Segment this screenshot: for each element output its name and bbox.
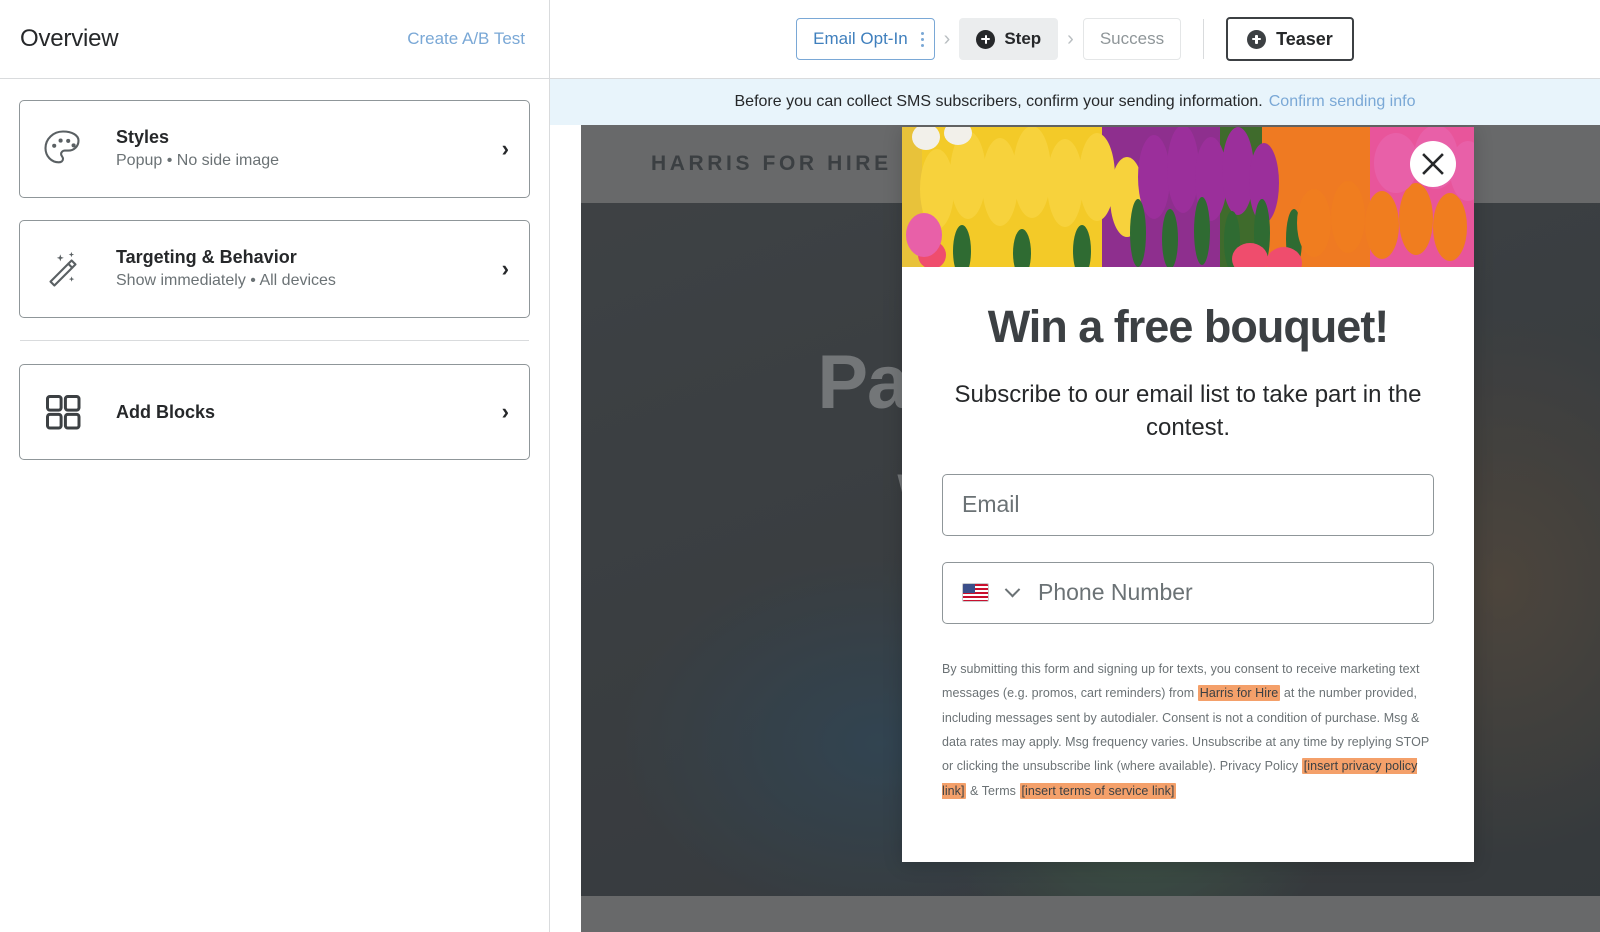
- popup-subheading: Subscribe to our email list to take part…: [954, 380, 1422, 441]
- close-icon[interactable]: [1410, 141, 1456, 187]
- tulip-field-image: [902, 127, 1474, 267]
- popup-content: Win a free bouquet! Subscribe to our ema…: [902, 267, 1474, 803]
- legal-text-part3: & Terms: [966, 783, 1020, 798]
- step-navigation-bar: Email Opt-In › Step › Success Teaser: [550, 0, 1600, 79]
- sms-confirm-banner-text: Before you can collect SMS subscribers, …: [734, 93, 1263, 110]
- add-step-button[interactable]: Step: [959, 18, 1059, 60]
- sidebar-cards: Styles Popup • No side image › Targeting…: [0, 79, 549, 482]
- step-separator-icon: ›: [1067, 27, 1074, 50]
- step-tab-success[interactable]: Success: [1082, 18, 1182, 60]
- phone-field-placeholder: Phone Number: [1038, 579, 1193, 606]
- sidebar-card-targeting-behavior[interactable]: Targeting & Behavior Show immediately • …: [19, 220, 530, 318]
- blocks-grid-icon: [40, 389, 98, 435]
- email-field[interactable]: Email: [942, 473, 1434, 536]
- chevron-right-icon: ›: [501, 256, 509, 281]
- step-tab-success-label: Success: [1099, 29, 1165, 48]
- sidebar-card-targeting-text: Targeting & Behavior Show immediately • …: [98, 245, 502, 293]
- close-icon-glyph: [1422, 153, 1444, 175]
- phone-field[interactable]: Phone Number: [942, 561, 1434, 624]
- page-title: Overview: [20, 25, 119, 52]
- add-teaser-button[interactable]: Teaser: [1226, 17, 1354, 61]
- plus-circle-icon: [1247, 29, 1267, 49]
- toolbar-divider: [1203, 19, 1205, 59]
- step-list: Email Opt-In › Step › Success Teaser: [796, 17, 1354, 61]
- magic-wand-icon: [40, 246, 98, 292]
- sidebar-card-add-blocks-title: Add Blocks: [116, 401, 216, 422]
- sidebar-card-styles[interactable]: Styles Popup • No side image ›: [19, 100, 530, 198]
- palette-icon: [40, 126, 98, 172]
- sms-confirm-banner: Before you can collect SMS subscribers, …: [550, 79, 1600, 125]
- chevron-right-icon: ›: [501, 399, 509, 424]
- sms-legal-disclaimer: By submitting this form and signing up f…: [942, 657, 1434, 803]
- plus-circle-icon: [976, 29, 996, 49]
- chevron-down-icon[interactable]: [1004, 582, 1021, 598]
- legal-terms-of-service-link[interactable]: [insert terms of service link]: [1019, 782, 1177, 799]
- legal-brand-highlight: Harris for Hire: [1197, 685, 1281, 702]
- popup-heading: Win a free bouquet!: [987, 301, 1390, 352]
- popup-preview: Win a free bouquet! Subscribe to our ema…: [902, 127, 1474, 862]
- step-separator-icon: ›: [943, 27, 951, 50]
- us-flag-icon: [962, 583, 989, 603]
- confirm-sending-info-link[interactable]: Confirm sending info: [1269, 93, 1416, 111]
- sidebar-card-styles-text: Styles Popup • No side image: [98, 125, 502, 173]
- popup-builder-app: Overview Create A/B Test Styles Popup • …: [0, 0, 1600, 932]
- add-teaser-button-label: Teaser: [1276, 28, 1333, 49]
- editor-main: Email Opt-In › Step › Success Teaser Bef…: [550, 0, 1600, 932]
- sidebar-card-add-blocks[interactable]: Add Blocks ›: [19, 364, 530, 460]
- sidebar-card-targeting-subtitle: Show immediately • All devices: [116, 272, 336, 290]
- chevron-right-icon: ›: [501, 136, 509, 161]
- sidebar-header: Overview Create A/B Test: [0, 0, 549, 79]
- email-field-placeholder: Email: [962, 491, 1020, 518]
- sidebar-divider: [20, 340, 529, 341]
- sidebar-card-targeting-title: Targeting & Behavior: [116, 247, 297, 268]
- sidebar-card-add-blocks-text: Add Blocks: [98, 400, 502, 424]
- sidebar-card-styles-subtitle: Popup • No side image: [116, 152, 280, 170]
- kebab-menu-icon[interactable]: [917, 31, 924, 47]
- add-step-button-label: Step: [1004, 29, 1042, 48]
- step-tab-email-opt-in-label: Email Opt-In: [813, 29, 908, 48]
- tulip-field-illustration: [902, 127, 1474, 267]
- step-tab-email-opt-in[interactable]: Email Opt-In: [796, 18, 935, 60]
- preview-stage: HARRIS FOR HIRE Painting Passion We prov…: [550, 125, 1600, 932]
- overview-sidebar: Overview Create A/B Test Styles Popup • …: [0, 0, 550, 932]
- create-ab-test-link[interactable]: Create A/B Test: [407, 29, 525, 49]
- sidebar-card-styles-title: Styles: [116, 127, 170, 148]
